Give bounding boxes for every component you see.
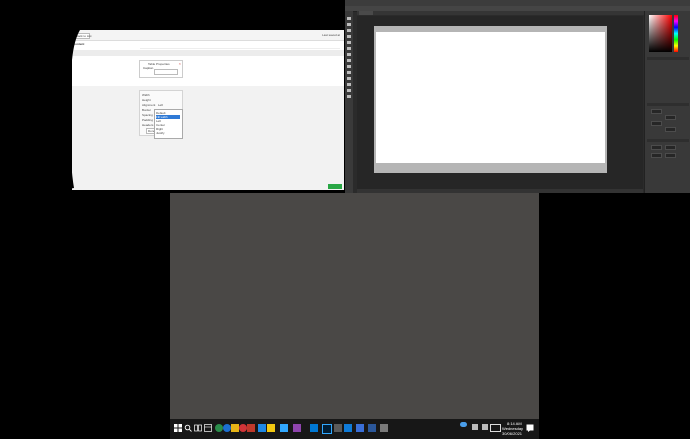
panel-field[interactable] <box>665 145 676 150</box>
zoom-tool-icon[interactable] <box>347 95 351 98</box>
onedrive-icon[interactable] <box>460 422 467 427</box>
move-tool-icon[interactable] <box>347 17 351 20</box>
color-picker-field[interactable] <box>649 15 672 52</box>
widgets-icon[interactable] <box>204 424 212 432</box>
ps-document-tabs <box>357 11 645 15</box>
crop-tool-icon[interactable] <box>347 35 351 38</box>
app-icon-purple[interactable] <box>293 424 301 432</box>
hue-slider[interactable] <box>674 15 678 52</box>
type-tool-icon[interactable] <box>347 77 351 80</box>
lasso-tool-icon[interactable] <box>347 29 351 32</box>
panel-field[interactable] <box>651 121 662 126</box>
brush-tool-icon[interactable] <box>347 47 351 50</box>
gradient-tool-icon[interactable] <box>347 65 351 68</box>
chrome-icon[interactable] <box>215 424 223 432</box>
language-indicator[interactable] <box>490 424 501 432</box>
ps-toolbar <box>345 11 353 193</box>
hand-tool-icon[interactable] <box>347 89 351 92</box>
app-icon-blue[interactable] <box>258 424 266 432</box>
edge-icon[interactable] <box>223 424 231 432</box>
network-icon[interactable] <box>472 424 478 430</box>
app-icon-yellow[interactable] <box>267 424 275 432</box>
ps-right-panels <box>644 11 690 193</box>
panel-field[interactable] <box>665 115 676 120</box>
notification-icon[interactable] <box>526 424 534 432</box>
app-icon-lightblue[interactable] <box>280 424 288 432</box>
panel-field[interactable] <box>665 127 676 132</box>
panel-header <box>647 57 689 60</box>
app-icon-gray-2[interactable] <box>380 424 388 432</box>
app-icon-outlook[interactable] <box>310 424 318 432</box>
app-icon-blue-2[interactable] <box>344 424 352 432</box>
stamp-tool-icon[interactable] <box>347 53 351 56</box>
panel-field[interactable] <box>651 109 662 114</box>
eraser-tool-icon[interactable] <box>347 59 351 62</box>
shape-tool-icon[interactable] <box>347 83 351 86</box>
app-icon-red[interactable] <box>239 424 247 432</box>
file-explorer-icon[interactable] <box>231 424 239 432</box>
search-icon[interactable] <box>184 424 192 432</box>
photoshop-window <box>345 0 690 193</box>
panel-header <box>647 139 689 142</box>
app-icon-gray[interactable] <box>334 424 342 432</box>
task-view-icon[interactable] <box>194 424 202 432</box>
volume-icon[interactable] <box>482 424 488 430</box>
app-icon-red-2[interactable] <box>247 424 255 432</box>
panel-header <box>647 103 689 106</box>
photoshop-taskbar-icon[interactable] <box>322 424 332 434</box>
redaction-scribble <box>0 0 345 200</box>
app-icon-word[interactable] <box>368 424 376 432</box>
app-icon-blue-3[interactable] <box>356 424 364 432</box>
panel-field[interactable] <box>651 145 662 150</box>
eyedropper-tool-icon[interactable] <box>347 41 351 44</box>
ps-canvas[interactable] <box>376 32 605 163</box>
start-icon[interactable] <box>174 424 182 432</box>
ps-document-tab[interactable] <box>359 11 373 15</box>
desktop-background <box>170 193 539 419</box>
panel-field[interactable] <box>651 153 662 158</box>
marquee-tool-icon[interactable] <box>347 23 351 26</box>
pen-tool-icon[interactable] <box>347 71 351 74</box>
clock-date[interactable]: 30/06/2021 <box>502 431 522 436</box>
taskbar: 8:14 AM Wednesday 30/06/2021 <box>170 419 539 439</box>
panel-field[interactable] <box>665 153 676 158</box>
